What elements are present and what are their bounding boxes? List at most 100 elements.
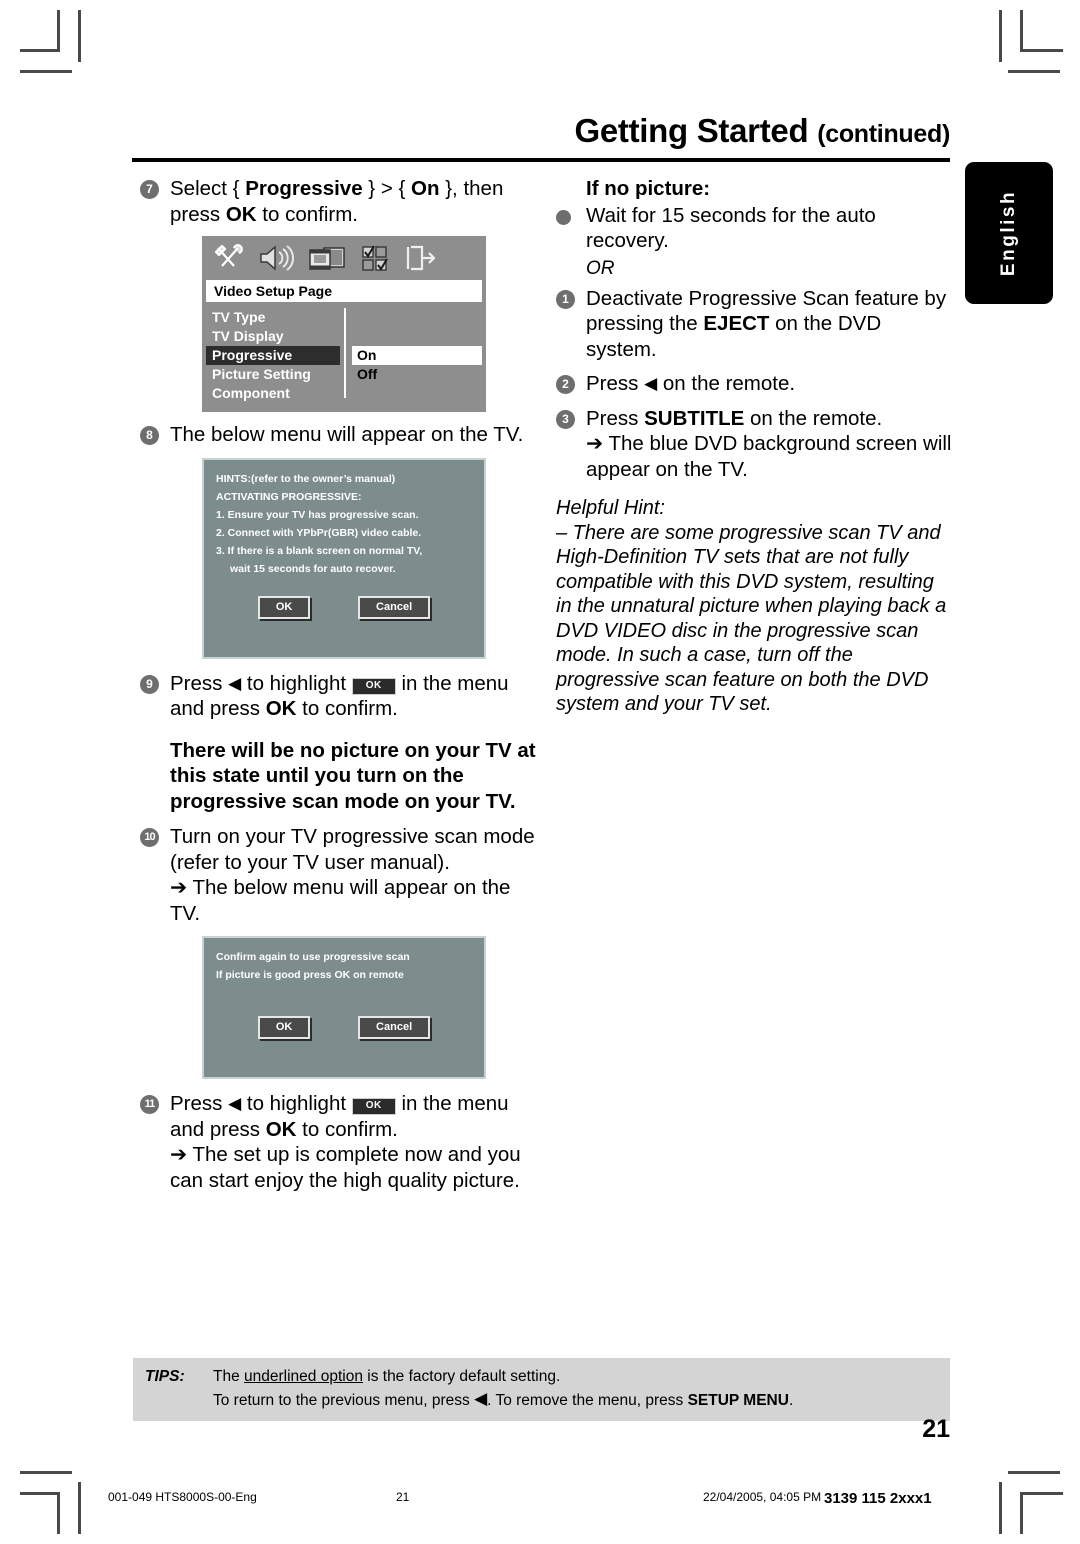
hints-line-2: ACTIVATING PROGRESSIVE: [216, 490, 362, 503]
crop-mark-bl-h [20, 1471, 72, 1474]
step-7-l1-pre: Select { [170, 177, 246, 200]
right-column: If no picture: Wait for 15 seconds for t… [556, 176, 954, 717]
step-11-text: Press ◀ to highlight OK in the menu and … [170, 1091, 540, 1193]
right-step-2-post: on the remote. [657, 372, 796, 395]
osd-menu-item-component[interactable]: Component [206, 384, 340, 403]
hints-line-3: 1. Ensure your TV has progressive scan. [216, 508, 419, 521]
right-step-3-l3: appear on the TV. [586, 457, 748, 481]
step-7-l2-post: to confirm. [256, 202, 358, 226]
ok-key-icon-2: OK [351, 1098, 396, 1115]
speaker-icon [258, 244, 294, 272]
tips-l2-mid: . To remove the menu, press [487, 1392, 688, 1409]
hints-dialog-spacer [216, 619, 472, 643]
bullet-icon [556, 209, 571, 225]
crop-mark-br-v [999, 1482, 1002, 1534]
step-10: 10 Turn on your TV progressive scan mode… [140, 824, 540, 926]
step-8: 8 The below menu will appear on the TV. [140, 422, 540, 448]
crop-mark-tr-corner-h [1023, 49, 1063, 52]
hints-line-4: 2. Connect with YPbPr(GBR) video cable. [216, 526, 422, 539]
tips-label-spacer [145, 1388, 213, 1412]
right-step-2-pre: Press [586, 372, 645, 395]
crop-mark-tl-h [20, 70, 72, 73]
step-10-l3: The below menu will appear on the TV. [170, 876, 511, 925]
osd-option-on[interactable]: On [352, 346, 482, 365]
osd-icon-bar [202, 236, 486, 280]
page-title: Getting Started (continued) [574, 112, 950, 150]
crop-mark-br-corner-h [1023, 1492, 1063, 1495]
hints-line-1: HINTS:(refer to the owner’s manual) [216, 472, 396, 485]
crop-mark-tr-h [1008, 70, 1060, 73]
right-step-2-number: 2 [556, 375, 575, 394]
subtitle-key-label: SUBTITLE [644, 406, 745, 430]
step-9-l1-pre: Press [170, 671, 229, 695]
print-footer-page: 21 [396, 1490, 410, 1504]
confirm-ok-button[interactable]: OK [257, 1016, 311, 1039]
step-11-l1-mid: to highlight [241, 1092, 352, 1115]
osd-menu-item-tv-type[interactable]: TV Type [206, 308, 340, 327]
hints-ok-button[interactable]: OK [257, 595, 311, 619]
step-10-text: Turn on your TV progressive scan mode (r… [170, 824, 540, 926]
tips-l2-pre: To return to the previous menu, press [213, 1392, 475, 1409]
page-title-continued: (continued) [817, 120, 950, 148]
ok-key-icon: OK [351, 677, 396, 695]
exit-icon [404, 244, 438, 272]
step-11-l1-pre: Press [170, 1092, 229, 1115]
crop-mark-bl-corner-h [20, 1492, 60, 1495]
helpful-hint: Helpful Hint: – There are some progressi… [556, 496, 954, 717]
left-arrow-icon-4: ◀ [474, 1389, 488, 1408]
tips-text-2: To return to the previous menu, press ◀.… [213, 1388, 793, 1412]
step-7-number: 7 [140, 180, 159, 199]
osd-menu-item-tv-display[interactable]: TV Display [206, 327, 340, 346]
step-7-text: Select { Progressive } > { On }, then pr… [170, 176, 540, 227]
page-number: 21 [922, 1415, 950, 1443]
step-9-l2-bold: OK [265, 697, 297, 720]
left-arrow-icon-3: ◀ [644, 374, 658, 393]
step-7-l2-pre: press [170, 202, 226, 226]
osd-hints-dialog: HINTS:(refer to the owner’s manual) ACTI… [202, 457, 486, 659]
left-arrow-icon: ◀ [228, 673, 242, 693]
osd-menu-list: TV Type TV Display Progressive Picture S… [206, 308, 346, 401]
preferences-icon [360, 244, 390, 272]
if-no-picture-heading: If no picture: [586, 177, 711, 200]
arrow-icon-step10: ➔ [170, 876, 188, 899]
step-7-l2-bold: OK [225, 202, 257, 226]
tips-label: TIPS: [145, 1368, 185, 1385]
crop-mark-tl-v [78, 10, 81, 62]
confirm-cancel-button[interactable]: Cancel [358, 1016, 431, 1039]
step-10-number: 10 [140, 828, 159, 847]
step-8-number: 8 [140, 426, 159, 445]
right-step-1-l1: Deactivate Progressive Scan feature by [586, 286, 947, 310]
osd-menu-item-picture-setting[interactable]: Picture Setting [206, 365, 340, 384]
step-11-l2-pre: and press [170, 1117, 266, 1141]
arrow-icon-step11: ➔ [170, 1143, 188, 1166]
step-9: 9 Press ◀ to highlight OK in the menu an… [140, 671, 540, 722]
step-7-l1-bold1: Progressive [245, 177, 363, 200]
step-9-number: 9 [140, 674, 159, 694]
right-step-3-number: 3 [556, 409, 575, 429]
right-bullet-item: Wait for 15 seconds for the auto recover… [556, 203, 954, 254]
warning-paragraph: There will be no picture on your TV at t… [170, 738, 536, 813]
hints-cancel-button[interactable]: Cancel [358, 595, 431, 619]
osd-option-off[interactable]: Off [352, 365, 482, 384]
hints-line-5: 3. If there is a blank screen on normal … [216, 544, 423, 557]
hints-line-6: wait 15 seconds for auto recover. [230, 562, 396, 575]
right-step-3: 3 Press SUBTITLE on the remote. ➔ The bl… [556, 406, 954, 483]
step-10-l2: (refer to your TV user manual). [170, 850, 450, 874]
hints-dialog-buttons: OK Cancel [216, 595, 472, 619]
crop-mark-br-corner-v [1020, 1492, 1023, 1534]
right-step-3-l1-pre: Press [586, 406, 645, 430]
step-8-text: The below menu will appear on the TV. [170, 423, 524, 446]
confirm-line-2: If picture is good press OK on remote [216, 969, 404, 981]
print-footer-code: 3139 115 2xxx1 [824, 1490, 932, 1507]
left-arrow-icon-2: ◀ [228, 1094, 242, 1113]
step-11: 11 Press ◀ to highlight OK in the menu a… [140, 1091, 540, 1193]
tips-l1-pre: The [213, 1368, 245, 1385]
right-step-2: 2 Press ◀ on the remote. [556, 371, 954, 397]
step-7-l1-mid: } > { [362, 177, 412, 200]
tips-l1-post: is the factory default setting. [362, 1368, 561, 1385]
osd-menu-item-progressive[interactable]: Progressive [206, 346, 340, 365]
step-11-l2-bold: OK [265, 1117, 297, 1141]
osd-confirm-dialog: Confirm again to use progressive scan If… [202, 936, 486, 1079]
step-9-l1-mid: to highlight [241, 671, 352, 695]
page-title-main: Getting Started [574, 112, 809, 149]
